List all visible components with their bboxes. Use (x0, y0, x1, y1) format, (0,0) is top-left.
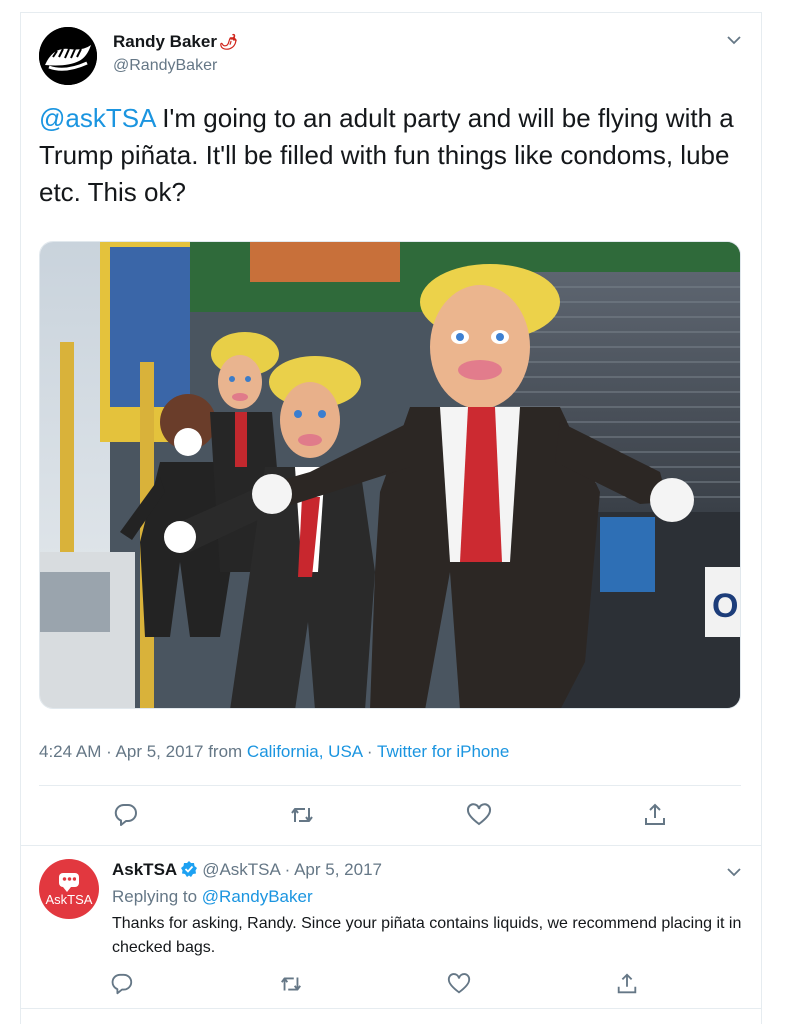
divider (39, 785, 741, 786)
chevron-down-icon[interactable] (726, 864, 742, 880)
location-link[interactable]: California, USA (247, 742, 362, 761)
tweet-date[interactable]: Apr 5, 2017 (116, 742, 204, 761)
reply-text: Thanks for asking, Randy. Since your piñ… (112, 915, 742, 956)
like-icon[interactable] (447, 972, 471, 996)
author-handle[interactable]: @RandyBaker (113, 57, 217, 75)
replying-to: Replying to @RandyBaker (112, 887, 313, 906)
reply-date[interactable]: Apr 5, 2017 (294, 860, 382, 879)
share-icon[interactable] (642, 802, 668, 828)
like-icon[interactable] (466, 802, 492, 828)
tweet-metadata: 4:24 AM · Apr 5, 2017 from California, U… (39, 742, 510, 761)
reply-header: AskTSA @AskTSA · Apr 5, 2017 (112, 860, 382, 879)
author-avatar[interactable] (39, 27, 97, 85)
svg-text:O: O (712, 587, 738, 625)
reply-author-handle[interactable]: @AskTSA (202, 860, 280, 879)
mention-link[interactable]: @askTSA (39, 103, 155, 133)
tweet-time[interactable]: 4:24 AM (39, 742, 101, 761)
chili-pepper-icon: 🌶 (218, 34, 238, 51)
tweet-photo[interactable]: O (39, 241, 741, 709)
verified-badge-icon (181, 861, 198, 877)
retweet-icon[interactable] (279, 972, 303, 996)
divider (20, 1008, 762, 1009)
divider (20, 845, 762, 846)
reply-author-name[interactable]: AskTSA (112, 860, 177, 879)
author-name[interactable]: Randy Baker 🌶 (113, 32, 238, 52)
share-icon[interactable] (615, 972, 639, 996)
reply-icon[interactable] (113, 802, 139, 828)
retweet-icon[interactable] (289, 802, 315, 828)
reply-actions (0, 972, 794, 998)
pinata-photo-image: O (40, 242, 740, 708)
tweet-actions (0, 802, 794, 830)
source-link[interactable]: Twitter for iPhone (377, 742, 509, 761)
tweet-text: @askTSA I'm going to an adult party and … (39, 103, 734, 207)
asktsa-avatar[interactable]: AskTSA (39, 859, 99, 919)
chevron-down-icon[interactable] (726, 32, 742, 48)
replying-to-link[interactable]: @RandyBaker (202, 887, 313, 906)
reply-icon[interactable] (110, 972, 134, 996)
